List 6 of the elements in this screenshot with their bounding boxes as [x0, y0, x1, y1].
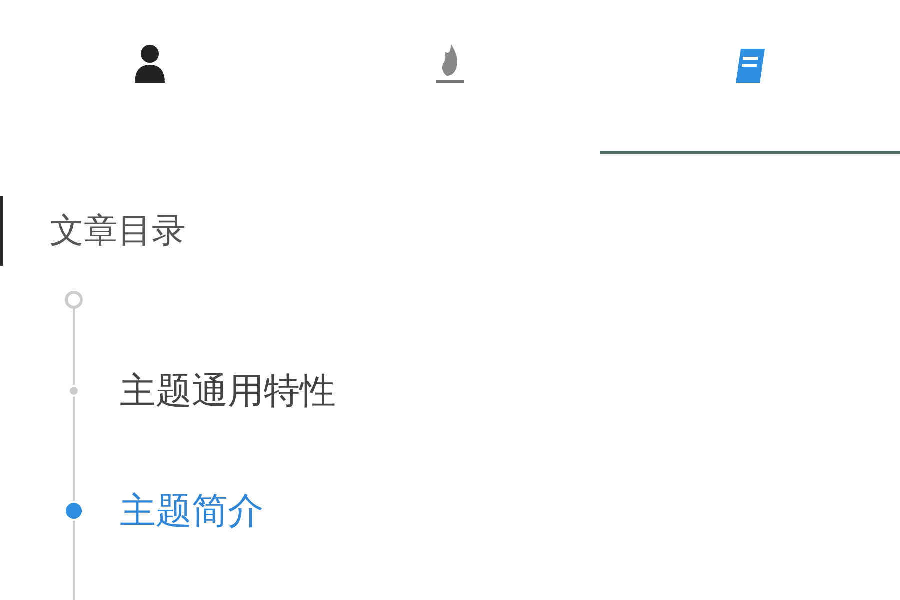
heading-bar	[0, 196, 3, 266]
toc-link[interactable]: 主题简介	[120, 486, 264, 536]
toc-link[interactable]: 主题通用特性	[120, 366, 336, 416]
flame-icon	[433, 42, 467, 86]
person-icon	[133, 43, 167, 85]
toc-title: 文章目录	[50, 210, 186, 253]
